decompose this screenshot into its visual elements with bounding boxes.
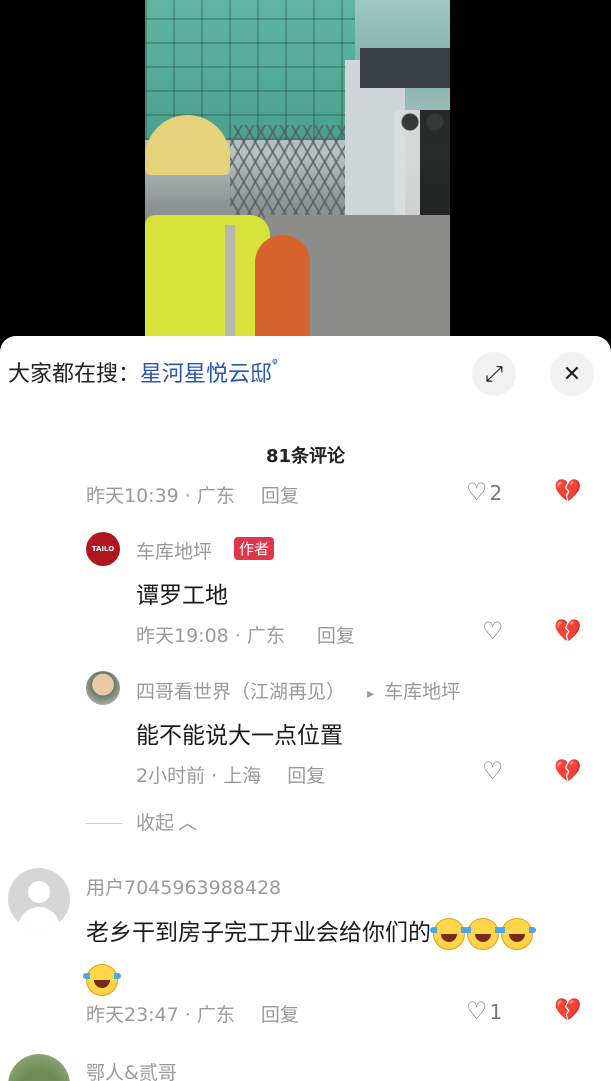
broken-heart-icon: 💔 — [554, 998, 582, 1023]
search-prefix: 大家都在搜： — [8, 362, 141, 387]
like-count: 1 — [489, 1000, 503, 1024]
dislike-button[interactable]: 💔 — [554, 479, 581, 504]
expand-icon: ⤢ — [485, 361, 503, 387]
default-avatar-head-icon — [28, 881, 50, 903]
comment-count: 81条评论 — [265, 446, 346, 467]
reply-username-text[interactable]: 四哥看世界（江湖再见） — [136, 681, 345, 703]
chevron-up-icon: ︿ — [178, 812, 198, 834]
laughing-emoji-icon — [498, 917, 536, 950]
helmet-shape — [145, 115, 230, 175]
reply-button[interactable]: 回复 — [261, 1004, 299, 1026]
avatar[interactable] — [8, 1054, 70, 1081]
reply-time: 昨天19:08 · 广东 — [136, 625, 285, 647]
expand-button[interactable]: ⤢ — [472, 352, 516, 396]
search-term-link[interactable]: 星河星悦云邸 — [140, 362, 272, 387]
comment-meta: 昨天23:47 · 广东 回复 — [86, 1000, 299, 1027]
video-player[interactable] — [0, 0, 611, 340]
laughing-emoji-icon — [464, 917, 502, 950]
reply-username[interactable]: 四哥看世界（江湖再见） ▸ 车库地坪 — [136, 677, 460, 704]
heart-icon: ♡ — [482, 617, 504, 645]
dislike-button[interactable]: 💔 — [554, 998, 581, 1023]
comment-time: 昨天10:39 · 广东 — [86, 485, 235, 507]
laughing-emoji-icon — [83, 963, 121, 996]
reply-meta: 昨天19:08 · 广东 回复 — [136, 621, 355, 648]
heart-icon: ♡ — [466, 478, 488, 506]
collapse-replies-button[interactable]: 收起 ︿ — [86, 808, 197, 835]
close-button[interactable]: ✕ — [550, 352, 594, 396]
like-button[interactable]: ♡ — [482, 617, 504, 645]
dislike-button[interactable]: 💔 — [554, 619, 581, 644]
collapse-label: 收起 — [136, 812, 175, 834]
comments-sheet: 大家都在搜：星河星悦云邸ᵠ ⤢ ✕ 81条评论 昨天10:39 · 广东 回复 ♡… — [0, 336, 611, 1081]
comment-text-body: 老乡干到房子完工开业会给你们的 — [86, 920, 431, 946]
reply-arrow-icon: ▸ — [367, 686, 375, 702]
default-avatar-body-icon — [18, 907, 60, 930]
comment-text: 老乡干到房子完工开业会给你们的 — [83, 910, 596, 1002]
broken-heart-icon: 💔 — [554, 479, 582, 504]
laughing-emoji-icon — [430, 917, 468, 950]
comment-meta: 昨天10:39 · 广东 回复 — [86, 481, 299, 508]
reply-meta: 2小时前 · 上海 回复 — [136, 761, 325, 788]
comment-username[interactable]: 鄂人&贰哥 — [86, 1058, 177, 1081]
reply-button[interactable]: 回复 — [287, 765, 325, 787]
dislike-button[interactable]: 💔 — [554, 759, 581, 784]
vest-stripe — [225, 225, 235, 340]
arm-shape — [255, 235, 310, 340]
avatar[interactable] — [86, 671, 120, 705]
reply-time: 2小时前 · 上海 — [136, 765, 262, 787]
reply-button[interactable]: 回复 — [317, 625, 355, 647]
reply-button[interactable]: 回复 — [261, 485, 299, 507]
reply-username[interactable]: 车库地坪 — [136, 537, 212, 564]
author-badge: 作者 — [234, 537, 275, 560]
search-suggestion[interactable]: 大家都在搜：星河星悦云邸ᵠ — [8, 356, 278, 388]
reply-text: 能不能说大一点位置 — [136, 723, 343, 749]
reply-text: 谭罗工地 — [136, 583, 228, 609]
broken-heart-icon: 💔 — [554, 619, 582, 644]
like-count: 2 — [489, 481, 503, 505]
like-button[interactable]: ♡ 1 — [466, 997, 502, 1025]
avatar[interactable]: TAILO — [86, 532, 120, 566]
avatar[interactable] — [8, 868, 70, 930]
divider-line — [86, 823, 122, 824]
close-icon: ✕ — [562, 361, 582, 387]
reply-to-username[interactable]: 车库地坪 — [384, 681, 460, 703]
like-button[interactable]: ♡ 2 — [466, 478, 502, 506]
booth-roof-scene — [360, 48, 450, 88]
worker-figure — [145, 115, 315, 340]
comment-username[interactable]: 用户7045963988428 — [86, 873, 281, 900]
comment-time: 昨天23:47 · 广东 — [86, 1004, 235, 1026]
heart-icon: ♡ — [482, 757, 504, 785]
people-scene — [395, 110, 450, 220]
heart-icon: ♡ — [466, 997, 488, 1025]
like-button[interactable]: ♡ — [482, 757, 504, 785]
broken-heart-icon: 💔 — [554, 759, 582, 784]
video-frame — [145, 0, 450, 340]
vest-shape — [145, 215, 270, 340]
avatar-label: TAILO — [91, 545, 115, 553]
search-icon: ᵠ — [272, 356, 278, 372]
